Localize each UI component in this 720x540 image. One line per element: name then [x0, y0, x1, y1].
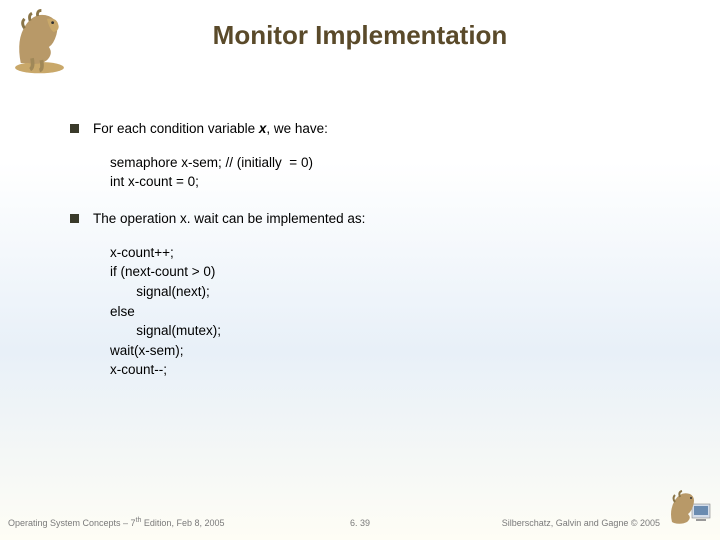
- bullet-square-icon: [70, 214, 79, 223]
- code-block-2: x-count++; if (next-count > 0) signal(ne…: [110, 243, 660, 380]
- dinosaur-logo-bottom: [666, 486, 714, 530]
- bullet-square-icon: [70, 124, 79, 133]
- bullet1-pre: For each condition variable: [93, 121, 259, 136]
- footer-right: Silberschatz, Galvin and Gagne © 2005: [502, 518, 660, 528]
- slide-content: For each condition variable x, we have: …: [70, 120, 660, 398]
- bullet-item-1: For each condition variable x, we have:: [70, 120, 660, 139]
- bullet-text-1: For each condition variable x, we have:: [93, 120, 328, 139]
- bullet-text-2: The operation x. wait can be implemented…: [93, 210, 365, 229]
- code-block-1: semaphore x-sem; // (initially = 0) int …: [110, 153, 660, 192]
- bullet-item-2: The operation x. wait can be implemented…: [70, 210, 660, 229]
- bullet1-post: , we have:: [266, 121, 328, 136]
- slide-title: Monitor Implementation: [0, 20, 720, 51]
